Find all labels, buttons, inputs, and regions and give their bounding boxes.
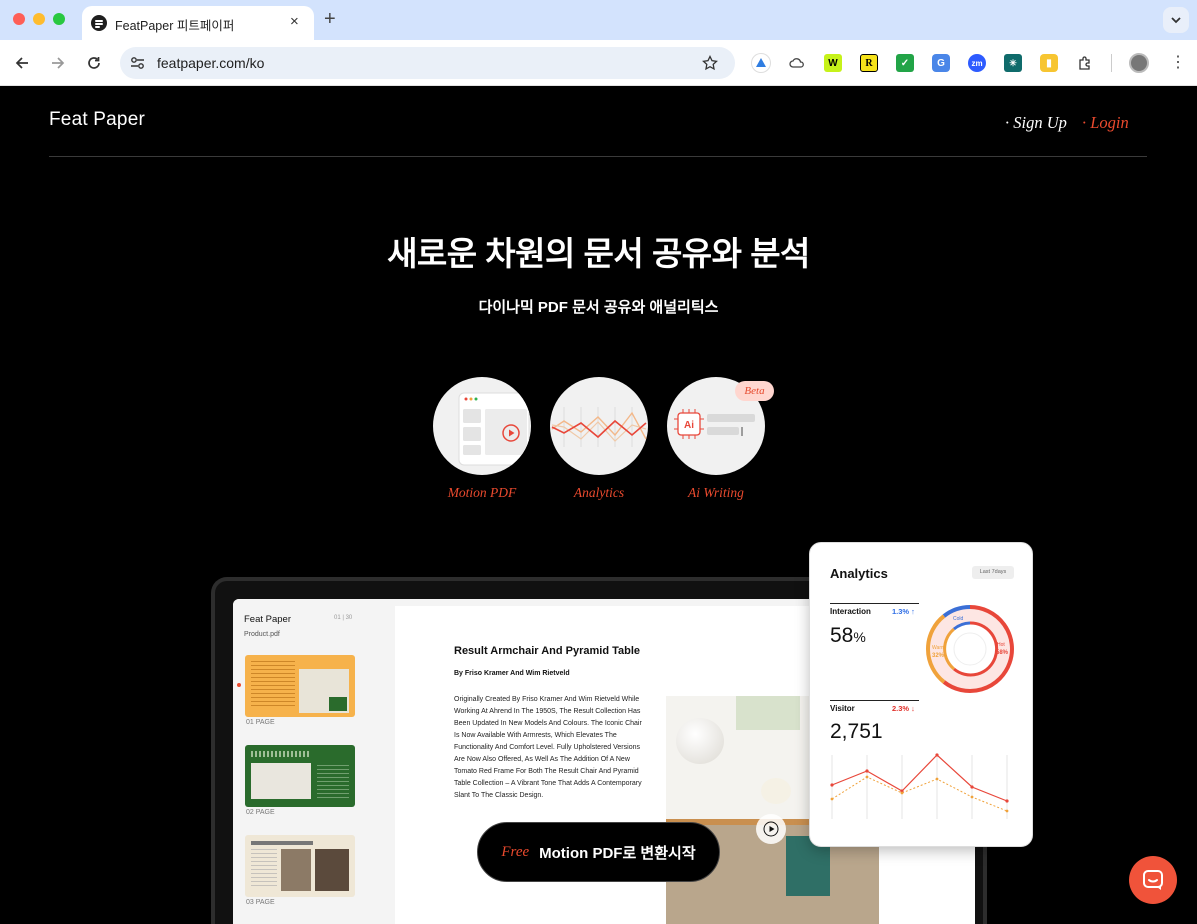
page-label: 03 PAGE [246,899,275,906]
motion-pdf-icon [458,392,530,466]
browser-toolbar: featpaper.com/ko W R ✓ G zm ✳ ▮ ⋮ [0,40,1197,86]
forward-button[interactable] [47,52,69,74]
chat-bubble-icon [1143,870,1163,890]
page-sidebar: Feat Paper 01 | 30 Product.pdf 01 PAGE 0… [233,599,366,924]
tab-search-button[interactable] [1163,7,1189,33]
maximize-window-button[interactable] [53,13,65,25]
interaction-delta: 1.3% ↑ [892,607,915,616]
document-title: Result Armchair And Pyramid Table [454,645,641,657]
browser-tab[interactable]: FeatPaper 피트페이퍼 × [82,6,314,40]
visitor-delta: 2.3% ↓ [892,704,915,713]
document-body: Originally Created By Friso Kramer And W… [454,696,642,799]
date-range-badge[interactable]: Last 7days [972,566,1014,579]
cloud-extension-icon[interactable] [788,54,806,72]
browser-tab-bar: FeatPaper 피트페이퍼 × + [0,0,1197,40]
current-page-indicator [237,683,241,687]
chat-support-button[interactable] [1129,856,1177,904]
motion-pdf-label[interactable]: Motion PDF [417,485,547,501]
viewer-file-name: Product.pdf [244,631,280,638]
svg-text:Hot: Hot [997,642,1005,648]
document-author: By Friso Kramer And Wim Rietveld [454,670,570,677]
back-button[interactable] [11,52,33,74]
network-extension-icon[interactable]: ✳ [1004,54,1022,72]
w-extension-icon[interactable]: W [824,54,842,72]
reload-button[interactable] [83,52,105,74]
metric-divider [830,603,919,604]
more-menu-icon[interactable]: ⋮ [1170,53,1186,73]
analytics-feature[interactable] [550,377,648,475]
metric-divider [830,700,919,701]
analytics-label[interactable]: Analytics [534,485,664,501]
page-thumbnail[interactable] [245,745,355,807]
hero-subtitle: 다이나믹 PDF 문서 공유와 애널리틱스 [478,299,719,316]
beta-badge: Beta [735,381,774,401]
visitor-value: 2,751 [830,720,883,743]
svg-text:58%: 58% [996,650,1009,656]
arrow-left-icon [15,57,28,69]
svg-text:Ai: Ai [684,420,694,431]
cta-label: Motion PDF로 변환시작 [539,844,696,862]
check-extension-icon[interactable]: ✓ [896,54,914,72]
translate-extension-icon[interactable]: G [932,54,950,72]
page: Feat Paper · Sign Up · Login 새로운 차원의 문서 … [0,87,1197,924]
zoom-extension-icon[interactable]: zm [968,54,986,72]
tab-title: FeatPaper 피트페이퍼 [115,19,235,33]
address-bar[interactable]: featpaper.com/ko [120,47,735,79]
login-link[interactable]: · Login [1082,113,1129,133]
chevron-down-icon [1171,17,1181,24]
svg-text:Warm: Warm [932,645,945,651]
featpaper-favicon-icon [91,15,107,31]
reload-icon [88,57,100,69]
interaction-donut-chart: Hot 58% Warm 32% Cold [926,604,1014,693]
page-label: 02 PAGE [246,809,275,816]
motion-pdf-feature[interactable] [433,377,531,475]
analytics-line-icon [551,407,647,447]
interaction-label: Interaction [830,607,871,616]
drive-extension-icon[interactable] [752,54,770,72]
header-divider [49,156,1147,157]
page-thumbnail[interactable] [245,655,355,717]
toolbar-divider [1111,54,1112,72]
svg-text:32%: 32% [932,653,945,659]
cta-free-label: Free [501,843,530,860]
analytics-card: Analytics Last 7days Interaction 1.3% ↑ … [809,542,1033,847]
interaction-value: 58% [830,624,866,647]
profile-avatar[interactable] [1129,53,1149,73]
minimize-window-button[interactable] [33,13,45,25]
viewer-page-count: 01 | 30 [334,615,353,621]
page-label: 01 PAGE [246,719,275,726]
puzzle-icon[interactable] [1076,54,1094,72]
play-video-button[interactable] [756,814,786,844]
keep-extension-icon[interactable]: ▮ [1040,54,1058,72]
convert-motion-pdf-button[interactable]: Free Motion PDF로 변환시작 [477,822,720,882]
bookmark-star-icon[interactable] [702,55,718,71]
site-logo[interactable]: Feat Paper [49,109,145,131]
page-thumbnail[interactable] [245,835,355,897]
viewer-brand: Feat Paper [244,614,291,625]
analytics-title: Analytics [830,566,888,581]
visitor-line-chart [830,753,1009,819]
r-extension-icon[interactable]: R [860,54,878,72]
hero-title: 새로운 차원의 문서 공유와 분석 [387,235,810,272]
svg-text:Cold: Cold [953,616,964,622]
close-window-button[interactable] [13,13,25,25]
ai-writing-label[interactable]: Ai Writing [651,485,781,501]
tab-close-icon[interactable]: × [290,12,299,32]
arrow-right-icon [52,57,65,69]
site-settings-icon[interactable] [130,56,145,70]
new-tab-button[interactable]: + [324,8,336,31]
url-text: featpaper.com/ko [157,55,265,71]
visitor-label: Visitor [830,704,855,713]
signup-link[interactable]: · Sign Up [1005,113,1067,133]
play-icon [763,821,779,837]
